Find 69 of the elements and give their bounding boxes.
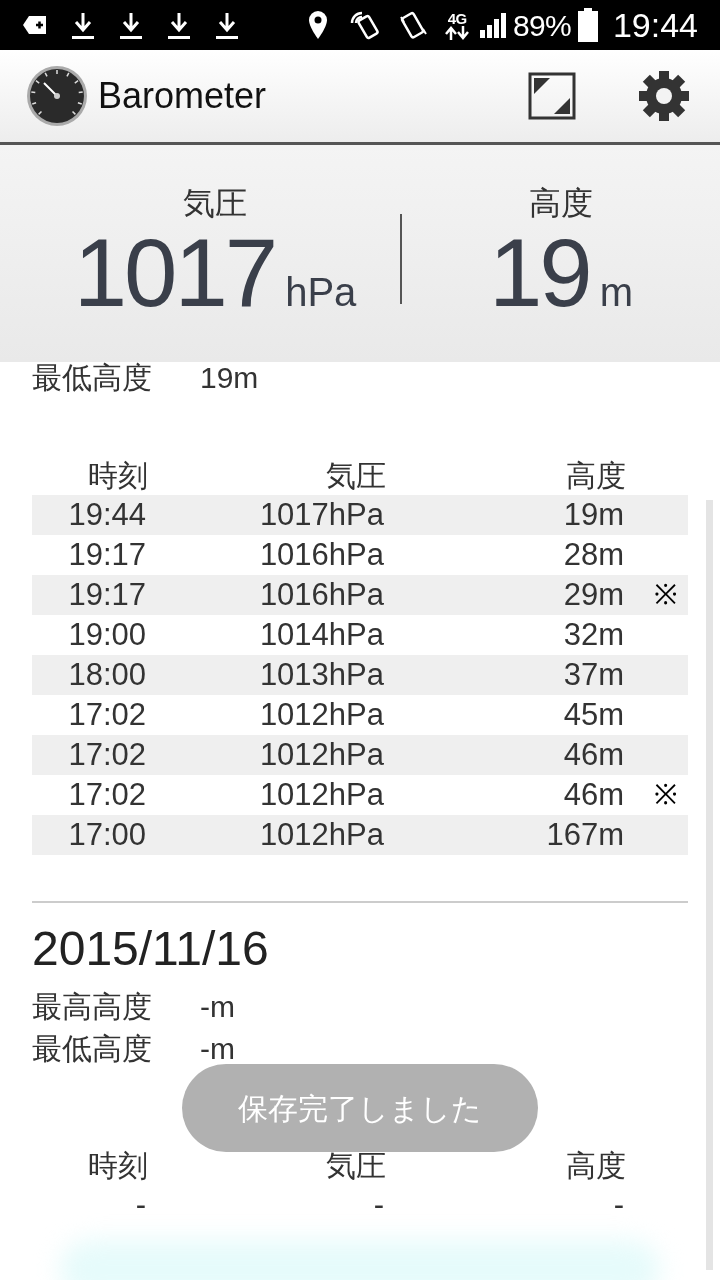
time-cell-text: 19:00 (67, 615, 147, 654)
fullscreen-icon (528, 72, 576, 120)
location-pin-icon (307, 10, 330, 40)
column-header: 時刻 (87, 457, 149, 494)
download-icon (70, 10, 96, 40)
time-cell-text: 17:02 (67, 775, 147, 814)
time-cell-text: 17:00 (67, 815, 147, 854)
settings-icon (638, 70, 690, 122)
note-mark: ※ (654, 578, 677, 612)
download-icon (166, 10, 192, 40)
altitude-cell-text: 45m (562, 695, 625, 734)
vibrate-icon (397, 9, 430, 41)
app-title: Barometer (98, 74, 268, 118)
time-cell-text: 19:44 (67, 495, 147, 534)
stat-label: 最低高度 (32, 359, 153, 396)
altitude-cell-text: 32m (562, 615, 625, 654)
time-cell-text: 17:02 (67, 695, 147, 734)
column-header: 高度 (565, 1147, 627, 1184)
settings-button[interactable] (638, 70, 690, 122)
data-arrows-icon (443, 25, 472, 40)
notification-icon (22, 14, 48, 36)
pressure-cell-text: 1012hPa (258, 775, 385, 814)
time-cell-text: - (134, 1185, 147, 1224)
gauge-icon (26, 65, 88, 127)
time-cell-text: 19:17 (67, 575, 147, 614)
pressure-unit: hPa (285, 271, 357, 312)
altitude-cell-text: 29m (562, 575, 625, 614)
download-icon (214, 10, 240, 40)
date-heading: 2015/11/16 (32, 925, 270, 973)
pressure-label: 気圧 (183, 186, 247, 219)
fullscreen-button[interactable] (528, 72, 576, 120)
battery-icon (576, 8, 599, 42)
time-cell-text: 17:02 (67, 735, 147, 774)
altitude-label: 高度 (529, 186, 593, 219)
time-cell-text: 18:00 (67, 655, 147, 694)
pressure-cell-text: 1012hPa (258, 695, 385, 734)
altitude-cell-text: 46m (562, 735, 625, 774)
pressure-cell-text: 1013hPa (258, 655, 385, 694)
column-header: 時刻 (87, 1147, 149, 1184)
altitude-unit: m (599, 271, 634, 312)
column-header: 高度 (565, 457, 627, 494)
network-type: 4G (447, 10, 467, 26)
altitude-cell-text: 19m (562, 495, 625, 534)
column-header: 気圧 (325, 457, 387, 494)
battery-percent: 89% (513, 7, 571, 44)
pressure-cell-text: 1016hPa (258, 535, 385, 574)
pressure-cell-text: 1014hPa (258, 615, 385, 654)
pressure-cell-text: 1016hPa (258, 575, 385, 614)
altitude-value: 19 (488, 224, 590, 321)
toast-message: 保存完了しました (182, 1064, 538, 1152)
altitude-cell-text: 46m (562, 775, 625, 814)
status-time: 19:44 (612, 4, 698, 46)
stat-label: 最低高度 (32, 1030, 153, 1067)
stat-value: -m (200, 988, 235, 1025)
pressure-cell-text: 1017hPa (258, 495, 385, 534)
altitude-cell-text: 167m (545, 815, 625, 854)
altitude-cell-text: - (612, 1185, 625, 1224)
pressure-cell-text: 1012hPa (258, 815, 385, 854)
download-icon (118, 10, 144, 40)
stat-value: -m (200, 1030, 235, 1067)
pressure-cell-text: 1012hPa (258, 735, 385, 774)
stat-label: 最高高度 (32, 988, 153, 1025)
note-mark: ※ (654, 778, 677, 812)
stat-value: 19m (200, 359, 259, 396)
time-cell-text: 19:17 (67, 535, 147, 574)
pressure-value: 1017 (73, 224, 276, 321)
pressure-cell-text: - (372, 1185, 385, 1224)
altitude-cell-text: 28m (562, 535, 625, 574)
altitude-cell-text: 37m (562, 655, 625, 694)
